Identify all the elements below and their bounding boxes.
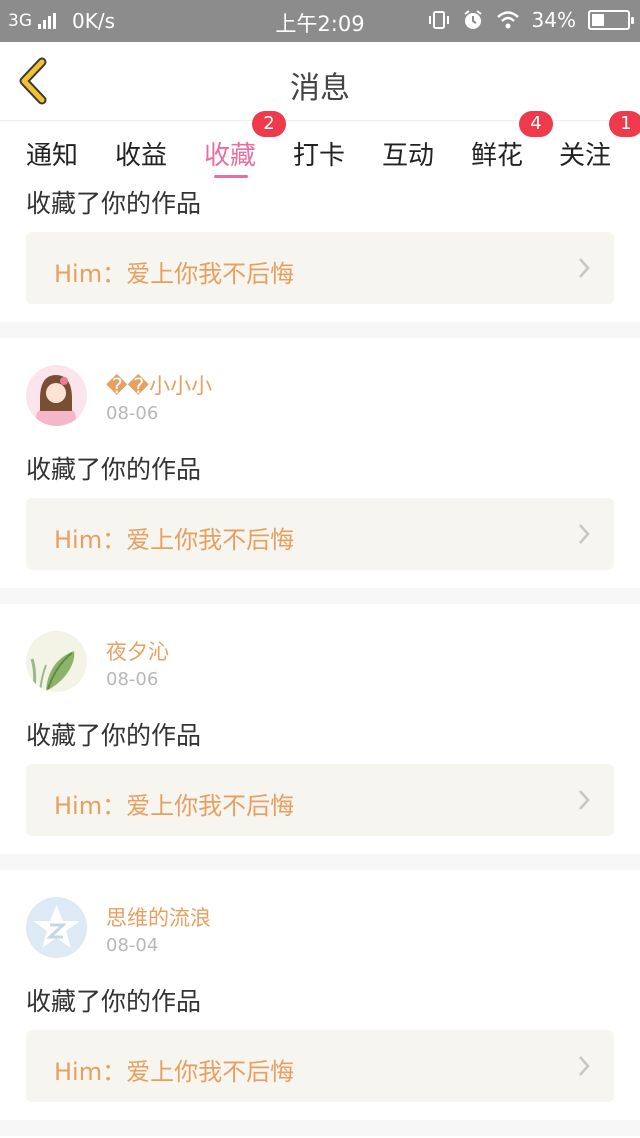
date: 08-06 [106, 403, 159, 424]
divider [0, 1120, 640, 1136]
work-title: Him：爱上你我不后悔 [54, 526, 295, 554]
avatar-image [26, 631, 87, 692]
alarm-icon [463, 10, 482, 29]
wifi-icon [496, 11, 519, 29]
tab-interaction[interactable]: 互动 [382, 135, 434, 172]
chevron-right-icon [579, 524, 590, 544]
date: 08-04 [106, 935, 159, 956]
avatar[interactable] [26, 365, 87, 426]
battery-fill [592, 14, 604, 26]
avatar-image [26, 365, 87, 426]
tab-checkin[interactable]: 打卡 [293, 135, 345, 172]
active-tab-indicator [214, 175, 248, 178]
battery-icon [588, 10, 634, 30]
divider [0, 854, 640, 870]
battery-percent: 34% [531, 8, 576, 32]
work-title: Him：爱上你我不后悔 [54, 1058, 295, 1086]
vibrate-icon [428, 11, 449, 29]
page-title: 消息 [290, 71, 350, 106]
favorites-badge: 2 [252, 111, 286, 137]
header: 消息 [0, 42, 640, 120]
action-text: 收藏了你的作品 [26, 189, 202, 218]
tab-flowers[interactable]: 鲜花 [471, 135, 523, 172]
action-text: 收藏了你的作品 [26, 987, 202, 1016]
divider [0, 322, 640, 338]
tab-follows[interactable]: 关注 [559, 135, 611, 172]
username[interactable]: ��小小小 [106, 370, 212, 400]
default-avatar-icon [26, 897, 87, 958]
tab-notifications[interactable]: 通知 [26, 135, 78, 172]
chevron-right-icon [579, 258, 590, 278]
username[interactable]: 夜夕沁 [106, 636, 169, 666]
status-right: 34% [428, 8, 634, 32]
date: 08-06 [106, 669, 159, 690]
action-text: 收藏了你的作品 [26, 721, 202, 750]
work-card[interactable]: Him：爱上你我不后悔 [26, 1030, 614, 1102]
work-title: Him：爱上你我不后悔 [54, 792, 295, 820]
tab-favorites[interactable]: 收藏 [204, 135, 256, 172]
tab-earnings[interactable]: 收益 [115, 135, 167, 172]
username[interactable]: 思维的流浪 [106, 902, 211, 932]
action-text: 收藏了你的作品 [26, 455, 202, 484]
avatar[interactable] [26, 897, 87, 958]
work-card[interactable]: Him：爱上你我不后悔 [26, 498, 614, 570]
message-list: 收藏了你的作品 Him：爱上你我不后悔 ��小小小 08-06 收藏了你的作品 … [0, 182, 640, 1138]
divider [0, 588, 640, 604]
work-title: Him：爱上你我不后悔 [54, 260, 295, 288]
work-card[interactable]: Him：爱上你我不后悔 [26, 232, 614, 304]
flowers-badge: 4 [519, 111, 553, 137]
chevron-right-icon [579, 1056, 590, 1076]
follows-badge: 1 [609, 111, 640, 137]
chevron-right-icon [579, 790, 590, 810]
avatar[interactable] [26, 631, 87, 692]
status-bar: 3G 0K/s 上午2:09 34% [0, 0, 640, 42]
work-card[interactable]: Him：爱上你我不后悔 [26, 764, 614, 836]
